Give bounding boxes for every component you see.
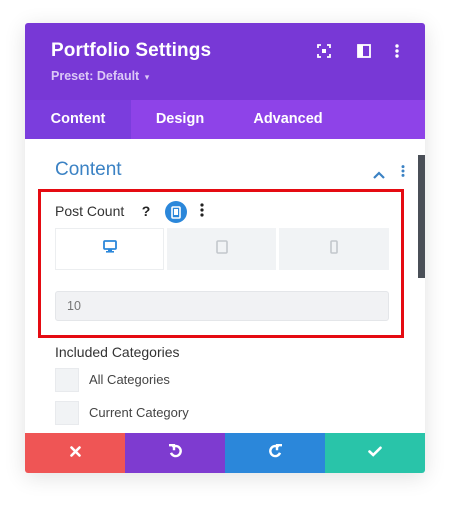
- checkbox[interactable]: [55, 368, 79, 392]
- tab-content[interactable]: Content: [25, 100, 131, 139]
- category-label: All Categories: [89, 372, 170, 387]
- included-categories-label: Included Categories: [55, 344, 180, 360]
- redo-icon: [268, 443, 283, 463]
- tab-advanced[interactable]: Advanced: [237, 100, 339, 139]
- tab-design[interactable]: Design: [131, 100, 229, 139]
- save-button[interactable]: [325, 433, 425, 473]
- help-icon[interactable]: ?: [137, 202, 155, 220]
- cancel-button[interactable]: [25, 433, 125, 473]
- checkbox[interactable]: [55, 401, 79, 425]
- section-title[interactable]: Content: [55, 159, 122, 181]
- sidebar-layout-icon[interactable]: [356, 43, 372, 59]
- undo-icon: [168, 443, 183, 463]
- section-options-icon[interactable]: [401, 164, 405, 182]
- device-tab-phone[interactable]: [279, 228, 389, 270]
- device-tab-tablet[interactable]: [167, 228, 276, 270]
- modal-footer: [25, 433, 425, 473]
- redo-button[interactable]: [225, 433, 325, 473]
- desktop-icon: [102, 240, 117, 258]
- preset-label: Preset: Default: [51, 69, 140, 83]
- category-label: Current Category: [89, 405, 189, 420]
- post-count-label: Post Count: [55, 203, 125, 219]
- modal-header: Portfolio Settings Preset: Default ▾: [25, 23, 425, 100]
- undo-button[interactable]: [125, 433, 225, 473]
- modal-title: Portfolio Settings: [51, 40, 212, 61]
- field-options-icon[interactable]: [200, 203, 204, 222]
- check-icon: [368, 444, 382, 462]
- settings-modal: Portfolio Settings Preset: Default ▾ Con…: [25, 23, 425, 473]
- post-count-input[interactable]: [55, 291, 389, 321]
- device-tab-desktop[interactable]: [55, 228, 164, 270]
- chevron-up-icon[interactable]: [373, 166, 385, 184]
- device-tabs: [55, 228, 389, 270]
- settings-body: Content: [25, 139, 425, 433]
- close-icon: [69, 444, 81, 462]
- tab-bar: Content Design Advanced: [25, 100, 425, 139]
- scrollbar[interactable]: [418, 155, 425, 278]
- preset-dropdown[interactable]: Preset: Default ▾: [51, 69, 149, 83]
- expand-icon[interactable]: [316, 43, 332, 59]
- responsive-toggle-icon[interactable]: [165, 201, 187, 223]
- tablet-icon: [215, 239, 228, 259]
- more-vertical-icon[interactable]: [389, 43, 405, 59]
- phone-icon: [330, 239, 338, 259]
- chevron-down-icon: ▾: [144, 72, 150, 82]
